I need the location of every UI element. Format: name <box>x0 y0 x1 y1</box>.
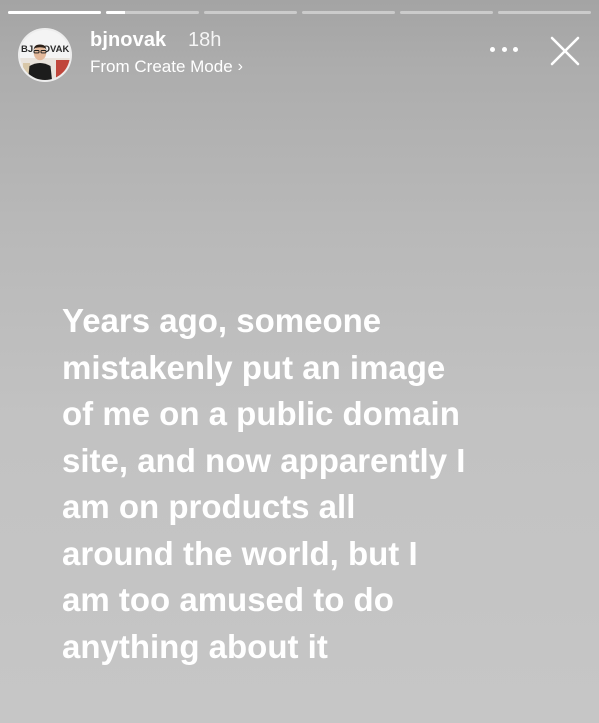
story-text-line: around the world, but I <box>62 534 418 572</box>
progress-fill <box>8 11 101 14</box>
story-text-line: anything about it <box>62 627 328 665</box>
close-icon[interactable] <box>550 36 580 66</box>
more-dot <box>501 46 507 52</box>
progress-segment <box>8 11 101 14</box>
progress-fill <box>106 11 125 14</box>
more-options-icon[interactable] <box>490 39 518 59</box>
story-text-line: am too amused to do <box>62 581 394 618</box>
progress-segment <box>302 11 395 14</box>
progress-segment <box>498 11 591 14</box>
more-dot <box>513 46 518 52</box>
story-text-line: site, and now apparently I <box>62 441 466 479</box>
story-text: Years ago, someone mistakenly put an ima… <box>62 298 552 670</box>
story-text-line: Years ago, someone <box>62 302 382 339</box>
username[interactable]: bjnovak <box>90 29 166 52</box>
story-header: BJ NOVAK bjnovak 18h From Create Mode › <box>20 26 580 84</box>
story-text-line: of me on a public domain <box>62 395 460 432</box>
chevron-right-icon: › <box>237 58 243 75</box>
story-text-line: mistakenly put an image <box>62 348 446 386</box>
avatar[interactable]: BJ NOVAK <box>20 30 70 80</box>
more-dot <box>490 46 495 52</box>
story-progress-bars <box>8 11 591 14</box>
create-mode-label: From Create Mode <box>90 57 233 76</box>
story-text-line: am on products all <box>62 488 356 525</box>
create-mode-link[interactable]: From Create Mode › <box>90 57 243 77</box>
timestamp: 18h <box>188 29 222 51</box>
avatar-image: BJ NOVAK <box>20 30 70 80</box>
progress-segment <box>204 11 297 14</box>
progress-segment <box>400 11 493 14</box>
progress-segment <box>106 11 199 14</box>
